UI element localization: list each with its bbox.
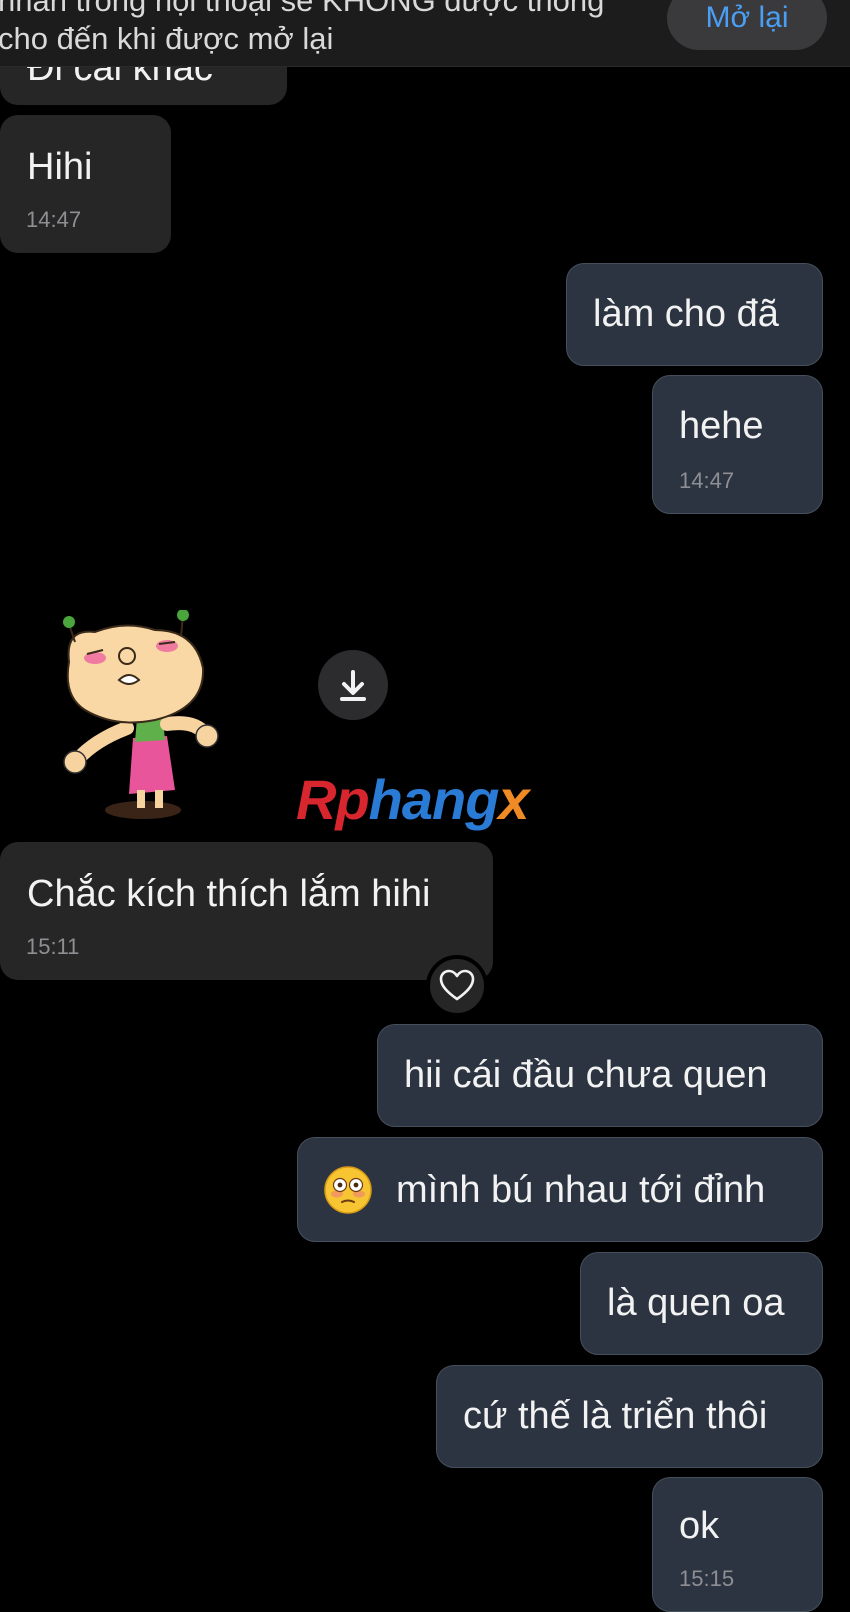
- banner-line-2: cho đến khi được mở lại: [0, 21, 334, 56]
- banner-notice-text: nhắn trong hội thoại sẽ KHÔNG được thông…: [0, 0, 648, 58]
- message-timestamp: 14:47: [26, 207, 82, 232]
- message-text: mình bú nhau tới đỉnh: [396, 1169, 766, 1211]
- download-icon: [340, 670, 366, 701]
- download-sticker-button[interactable]: [318, 650, 388, 720]
- message-text: hehe: [679, 405, 764, 447]
- message-outgoing-cu-the[interactable]: cứ thế là triển thôi: [436, 1365, 823, 1468]
- message-outgoing-hii-cai-dau[interactable]: hii cái đầu chưa quen: [377, 1024, 823, 1127]
- message-outgoing-la-quen-oa[interactable]: là quen oa: [580, 1252, 823, 1355]
- heart-outline-icon: [439, 969, 475, 1001]
- watermark-part-blue: hang: [368, 768, 500, 831]
- watermark-logo: Rphangx: [296, 768, 530, 831]
- message-timestamp: 14:47: [679, 468, 735, 493]
- message-text: hii cái đầu chưa quen: [404, 1054, 768, 1096]
- message-outgoing-minh-bu-nhau[interactable]: mình bú nhau tới đỉnh: [297, 1137, 823, 1242]
- message-timestamp: 15:11: [26, 934, 80, 959]
- conversation-closed-banner: nhắn trong hội thoại sẽ KHÔNG được thông…: [0, 0, 850, 67]
- banner-line-1: nhắn trong hội thoại sẽ KHÔNG được thông: [0, 0, 605, 18]
- watermark-part-orange: x: [498, 768, 529, 831]
- reopen-button[interactable]: Mở lại: [667, 0, 827, 50]
- message-text: làm cho đã: [593, 293, 779, 335]
- message-outgoing-hehe[interactable]: hehe 14:47: [652, 375, 823, 514]
- message-incoming-hihi[interactable]: Hihi 14:47: [0, 115, 171, 253]
- message-text: ok: [679, 1505, 720, 1547]
- message-text: cứ thế là triển thôi: [463, 1395, 768, 1437]
- cartoon-cat-sticker[interactable]: [55, 610, 225, 820]
- message-text: Hihi: [27, 146, 93, 188]
- message-outgoing-lam-cho-da[interactable]: làm cho đã: [566, 263, 823, 366]
- message-incoming-chac-kich-thich[interactable]: Chắc kích thích lắm hihi 15:11: [0, 842, 493, 980]
- react-heart-button[interactable]: [426, 955, 488, 1017]
- message-outgoing-ok[interactable]: ok 15:15: [652, 1477, 823, 1612]
- message-text: Chắc kích thích lắm hihi: [27, 873, 431, 915]
- message-text: là quen oa: [607, 1282, 785, 1324]
- flushed-face-emoji: [324, 1166, 372, 1214]
- watermark-part-red: Rp: [296, 768, 370, 831]
- message-timestamp: 15:15: [679, 1566, 735, 1591]
